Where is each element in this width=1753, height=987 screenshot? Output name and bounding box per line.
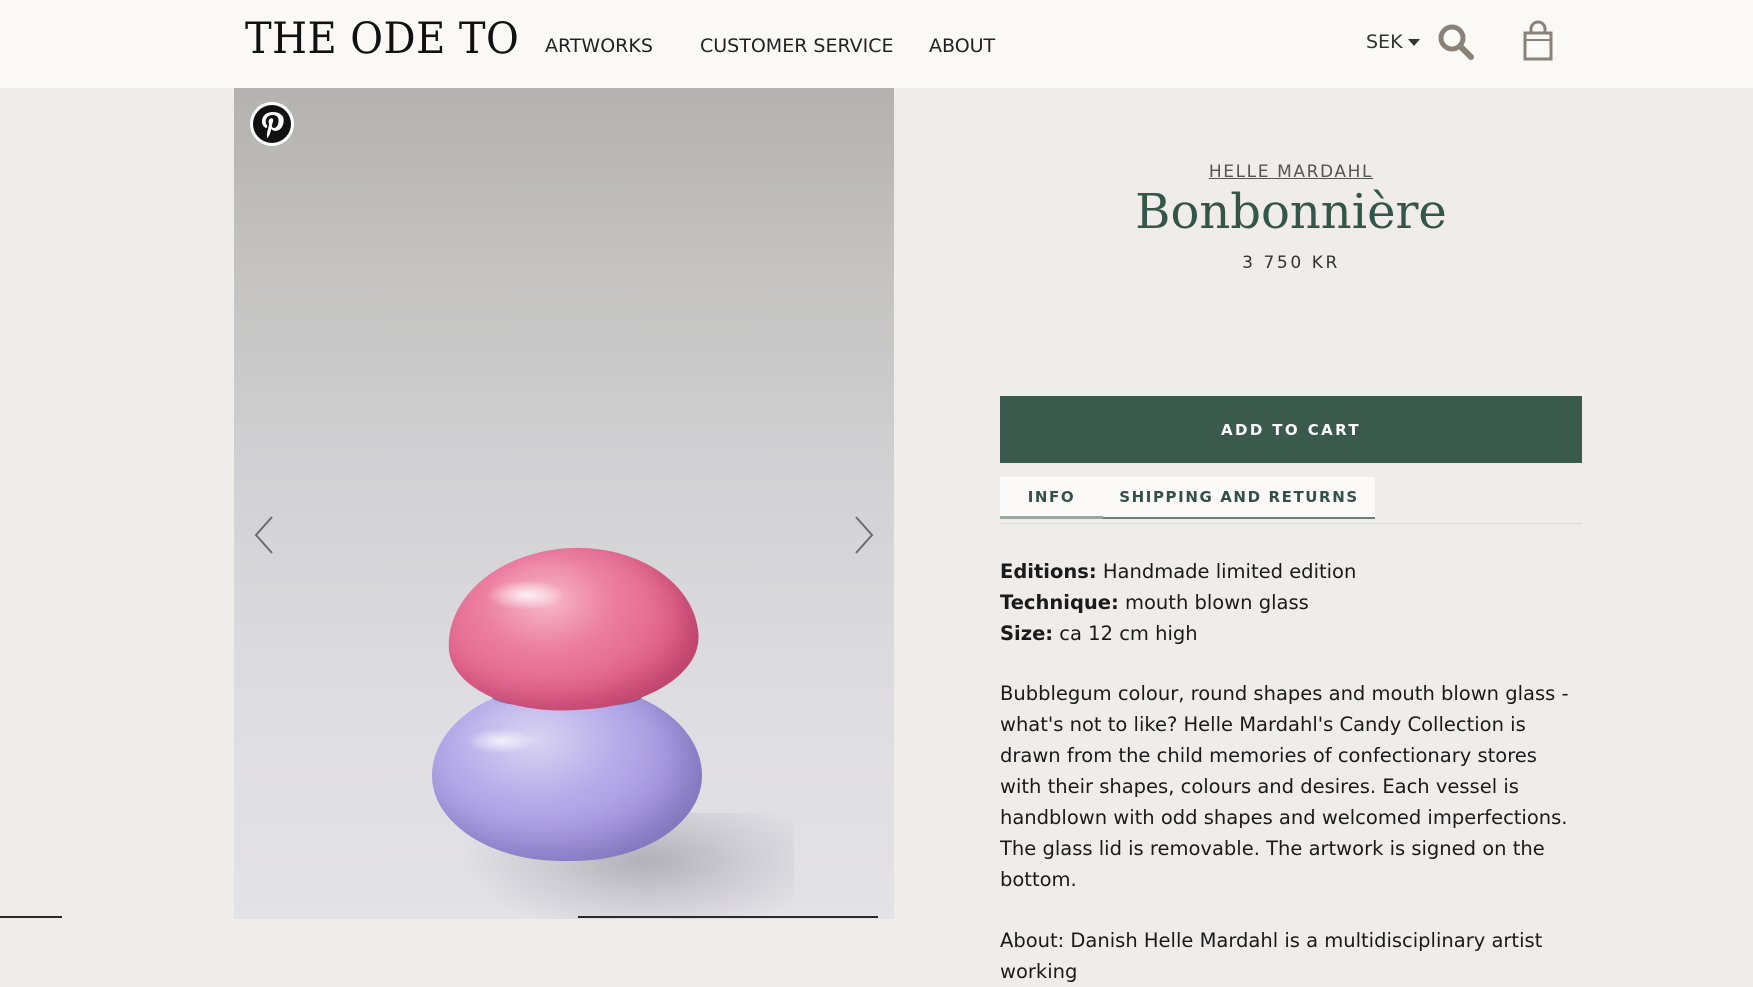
product-description: Bubblegum colour, round shapes and mouth… [1000, 682, 1569, 891]
nav-artworks[interactable]: ARTWORKS [545, 35, 653, 57]
spec-technique: Technique: mouth blown glass [1000, 587, 1582, 618]
chevron-right-icon [855, 516, 874, 554]
scroll-indicator [578, 916, 878, 918]
shopping-bag-icon[interactable] [1520, 20, 1556, 62]
product-details: Editions: Handmade limited edition Techn… [1000, 556, 1582, 987]
spec-label: Technique: [1000, 591, 1119, 614]
currency-selector[interactable]: SEK [1366, 31, 1420, 53]
spec-value: ca 12 cm high [1053, 622, 1198, 645]
nav-about[interactable]: ABOUT [929, 35, 995, 57]
spec-value: mouth blown glass [1118, 591, 1309, 614]
image-vessel-highlight [466, 728, 536, 754]
spec-value: Handmade limited edition [1096, 560, 1357, 583]
gallery-next-button[interactable] [852, 513, 876, 557]
add-to-cart-button[interactable]: ADD TO CART [1000, 396, 1582, 463]
product-title: Bonbonnière [1135, 184, 1447, 240]
image-lid-highlight [486, 580, 566, 610]
spec-label: Editions: [1000, 560, 1097, 583]
tab-info[interactable]: INFO [1000, 477, 1103, 519]
logo[interactable]: THE ODE TO [245, 14, 519, 64]
product-price: 3 750 KR [1242, 253, 1340, 273]
chevron-left-icon [254, 516, 273, 554]
tab-shipping-and-returns[interactable]: SHIPPING AND RETURNS [1103, 477, 1375, 519]
image-vessel-lid [443, 541, 703, 717]
caret-down-icon [1407, 39, 1420, 46]
pinterest-icon [253, 105, 291, 143]
currency-label: SEK [1366, 31, 1403, 53]
spec-label: Size: [1000, 622, 1054, 645]
gallery-prev-button[interactable] [252, 513, 276, 557]
spec-size: Size: ca 12 cm high [1000, 618, 1582, 649]
spec-editions: Editions: Handmade limited edition [1000, 556, 1582, 587]
pinterest-button[interactable] [250, 102, 294, 146]
artist-link[interactable]: HELLE MARDAHL [1000, 162, 1582, 182]
tabs-divider [1000, 523, 1582, 524]
scroll-indicator [0, 916, 62, 918]
search-icon[interactable] [1436, 22, 1476, 62]
nav-customer-service[interactable]: CUSTOMER SERVICE [700, 35, 894, 57]
product-image-gallery[interactable] [234, 88, 894, 919]
artist-about: About: Danish Helle Mardahl is a multidi… [1000, 929, 1543, 983]
site-header: THE ODE TO ARTWORKS CUSTOMER SERVICE ABO… [0, 0, 1753, 88]
